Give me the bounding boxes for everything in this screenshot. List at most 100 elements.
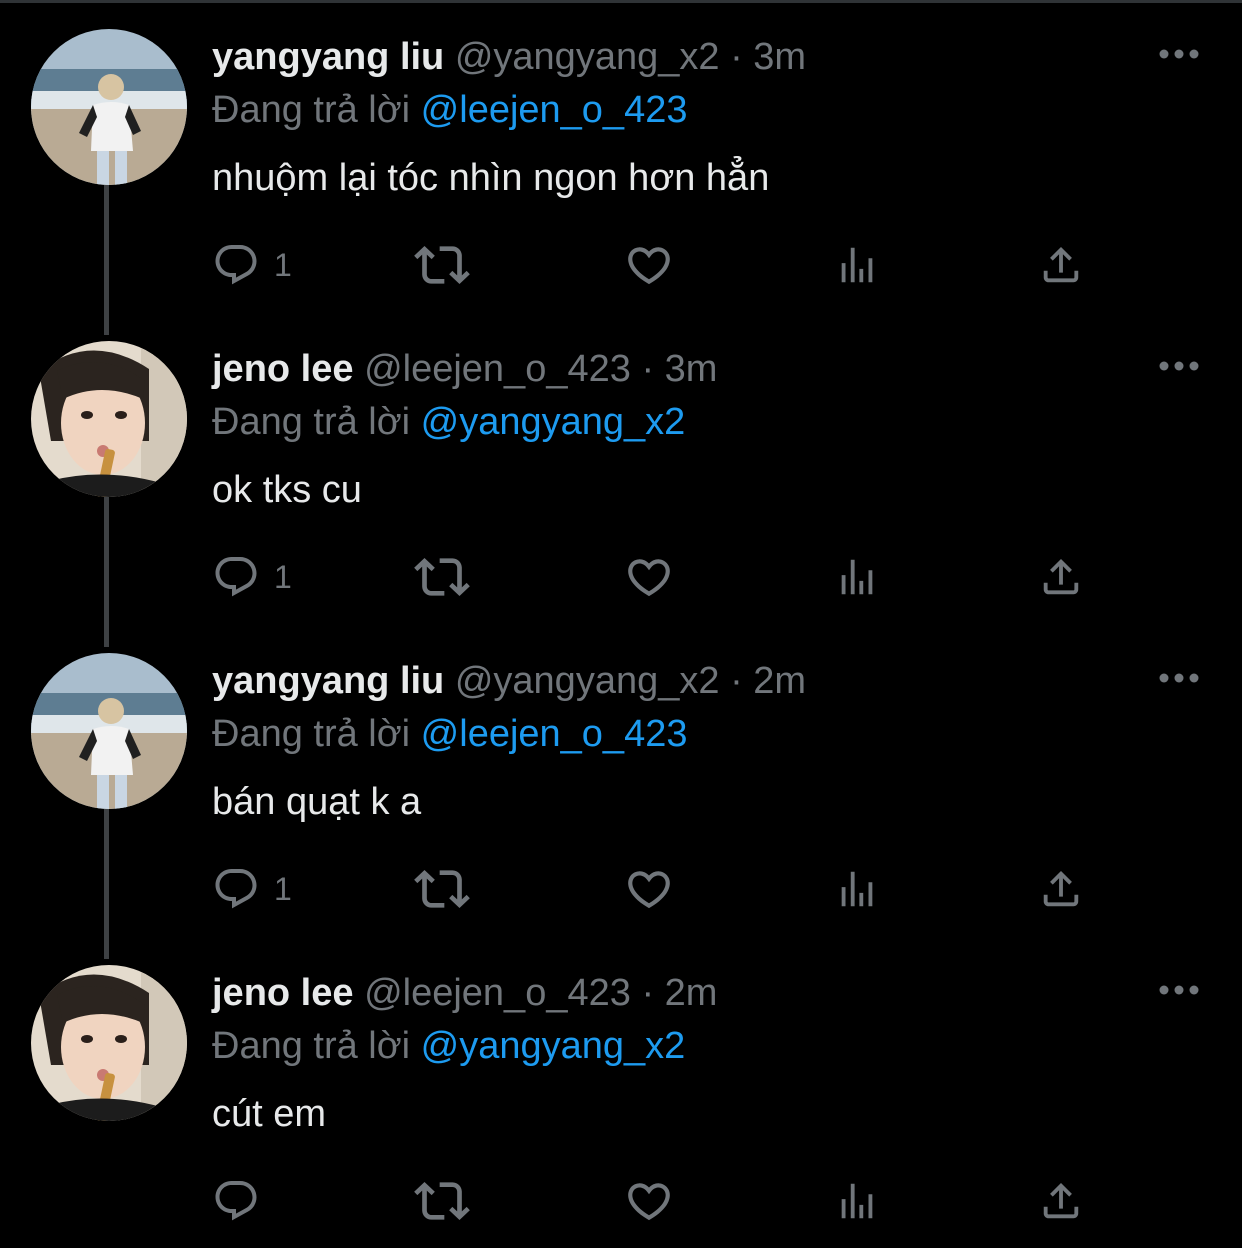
avatar[interactable] bbox=[31, 29, 187, 185]
mention-link[interactable]: @yangyang_x2 bbox=[421, 401, 686, 443]
tweet-text: cút em bbox=[212, 1093, 327, 1135]
tweet[interactable]: yangyang liu @yangyang_x2 · 3m Đang trả … bbox=[0, 0, 1242, 312]
separator-dot: · bbox=[730, 36, 743, 78]
reply-count: 1 bbox=[274, 246, 292, 283]
user-handle[interactable]: @leejen_o_423 bbox=[364, 348, 631, 390]
reply-icon bbox=[215, 245, 257, 285]
display-name[interactable]: yangyang liu bbox=[212, 36, 444, 78]
retweet-icon bbox=[414, 1182, 470, 1220]
retweet-button[interactable] bbox=[414, 1176, 470, 1226]
more-icon bbox=[1159, 673, 1199, 683]
share-button[interactable] bbox=[1038, 240, 1084, 290]
timestamp[interactable]: 2m bbox=[665, 972, 718, 1014]
replying-prefix: Đang trả lời bbox=[212, 713, 411, 755]
mention-link[interactable]: @leejen_o_423 bbox=[421, 89, 688, 131]
avatar-selfie-photo bbox=[31, 965, 187, 1121]
more-button[interactable] bbox=[1156, 668, 1202, 688]
views-button[interactable] bbox=[834, 552, 880, 602]
tweet-header: yangyang liu @yangyang_x2 · 3m bbox=[212, 35, 806, 79]
analytics-icon bbox=[841, 871, 873, 907]
reply-count: 1 bbox=[274, 558, 292, 595]
action-bar bbox=[212, 1176, 1112, 1226]
more-icon bbox=[1159, 49, 1199, 59]
mention-link[interactable]: @leejen_o_423 bbox=[421, 713, 688, 755]
tweet[interactable]: jeno lee @leejen_o_423 · 3m Đang trả lời… bbox=[0, 312, 1242, 624]
reply-button[interactable]: 1 bbox=[212, 864, 292, 914]
like-button[interactable] bbox=[624, 1176, 674, 1226]
heart-icon bbox=[628, 247, 670, 285]
tweet-text: nhuộm lại tóc nhìn ngon hơn hẳn bbox=[212, 157, 770, 199]
display-name[interactable]: jeno lee bbox=[212, 972, 354, 1014]
replying-to: Đang trả lời @leejen_o_423 bbox=[212, 88, 687, 132]
retweet-icon bbox=[414, 246, 470, 284]
action-bar: 1 bbox=[212, 552, 1112, 602]
more-icon bbox=[1159, 985, 1199, 995]
share-button[interactable] bbox=[1038, 1176, 1084, 1226]
heart-icon bbox=[628, 871, 670, 909]
display-name[interactable]: jeno lee bbox=[212, 348, 354, 390]
reply-icon bbox=[215, 869, 257, 909]
views-button[interactable] bbox=[834, 864, 880, 914]
analytics-icon bbox=[841, 559, 873, 595]
timestamp[interactable]: 2m bbox=[753, 660, 806, 702]
action-bar: 1 bbox=[212, 240, 1112, 290]
timestamp[interactable]: 3m bbox=[753, 36, 806, 78]
retweet-button[interactable] bbox=[414, 552, 470, 602]
user-handle[interactable]: @yangyang_x2 bbox=[455, 660, 720, 702]
share-icon bbox=[1043, 870, 1079, 907]
tweet-text: bán quạt k a bbox=[212, 781, 422, 823]
avatar-selfie-photo bbox=[31, 341, 187, 497]
tweet-text: ok tks cu bbox=[212, 469, 362, 511]
share-button[interactable] bbox=[1038, 864, 1084, 914]
reply-button[interactable]: 1 bbox=[212, 240, 292, 290]
more-icon bbox=[1159, 361, 1199, 371]
replying-prefix: Đang trả lời bbox=[212, 401, 411, 443]
mention-link[interactable]: @yangyang_x2 bbox=[421, 1025, 686, 1067]
like-button[interactable] bbox=[624, 552, 674, 602]
avatar[interactable] bbox=[31, 341, 187, 497]
analytics-icon bbox=[841, 1183, 873, 1219]
retweet-button[interactable] bbox=[414, 240, 470, 290]
more-button[interactable] bbox=[1156, 44, 1202, 64]
tweet-header: jeno lee @leejen_o_423 · 3m bbox=[212, 347, 717, 391]
views-button[interactable] bbox=[834, 240, 880, 290]
separator-dot: · bbox=[730, 660, 743, 702]
share-icon bbox=[1043, 558, 1079, 595]
tweet-header: jeno lee @leejen_o_423 · 2m bbox=[212, 971, 717, 1015]
avatar-beach-photo bbox=[31, 29, 187, 185]
more-button[interactable] bbox=[1156, 356, 1202, 376]
tweet-header: yangyang liu @yangyang_x2 · 2m bbox=[212, 659, 806, 703]
tweet[interactable]: jeno lee @leejen_o_423 · 2m Đang trả lời… bbox=[0, 936, 1242, 1248]
user-handle[interactable]: @yangyang_x2 bbox=[455, 36, 720, 78]
heart-icon bbox=[628, 1183, 670, 1221]
tweet[interactable]: yangyang liu @yangyang_x2 · 2m Đang trả … bbox=[0, 624, 1242, 936]
user-handle[interactable]: @leejen_o_423 bbox=[364, 972, 631, 1014]
avatar-beach-photo bbox=[31, 653, 187, 809]
replying-to: Đang trả lời @leejen_o_423 bbox=[212, 712, 687, 756]
retweet-button[interactable] bbox=[414, 864, 470, 914]
share-button[interactable] bbox=[1038, 552, 1084, 602]
replying-to: Đang trả lời @yangyang_x2 bbox=[212, 1024, 685, 1068]
reply-icon bbox=[215, 1181, 257, 1221]
views-button[interactable] bbox=[834, 1176, 880, 1226]
share-icon bbox=[1043, 246, 1079, 283]
reply-button[interactable]: 1 bbox=[212, 552, 292, 602]
timestamp[interactable]: 3m bbox=[665, 348, 718, 390]
avatar[interactable] bbox=[31, 965, 187, 1121]
action-bar: 1 bbox=[212, 864, 1112, 914]
replying-prefix: Đang trả lời bbox=[212, 1025, 411, 1067]
like-button[interactable] bbox=[624, 864, 674, 914]
retweet-icon bbox=[414, 558, 470, 596]
avatar[interactable] bbox=[31, 653, 187, 809]
like-button[interactable] bbox=[624, 240, 674, 290]
reply-count: 1 bbox=[274, 870, 292, 907]
retweet-icon bbox=[414, 870, 470, 908]
reply-button[interactable] bbox=[212, 1176, 274, 1226]
replying-to: Đang trả lời @yangyang_x2 bbox=[212, 400, 685, 444]
more-button[interactable] bbox=[1156, 980, 1202, 1000]
heart-icon bbox=[628, 559, 670, 597]
analytics-icon bbox=[841, 247, 873, 283]
display-name[interactable]: yangyang liu bbox=[212, 660, 444, 702]
reply-icon bbox=[215, 557, 257, 597]
share-icon bbox=[1043, 1182, 1079, 1219]
